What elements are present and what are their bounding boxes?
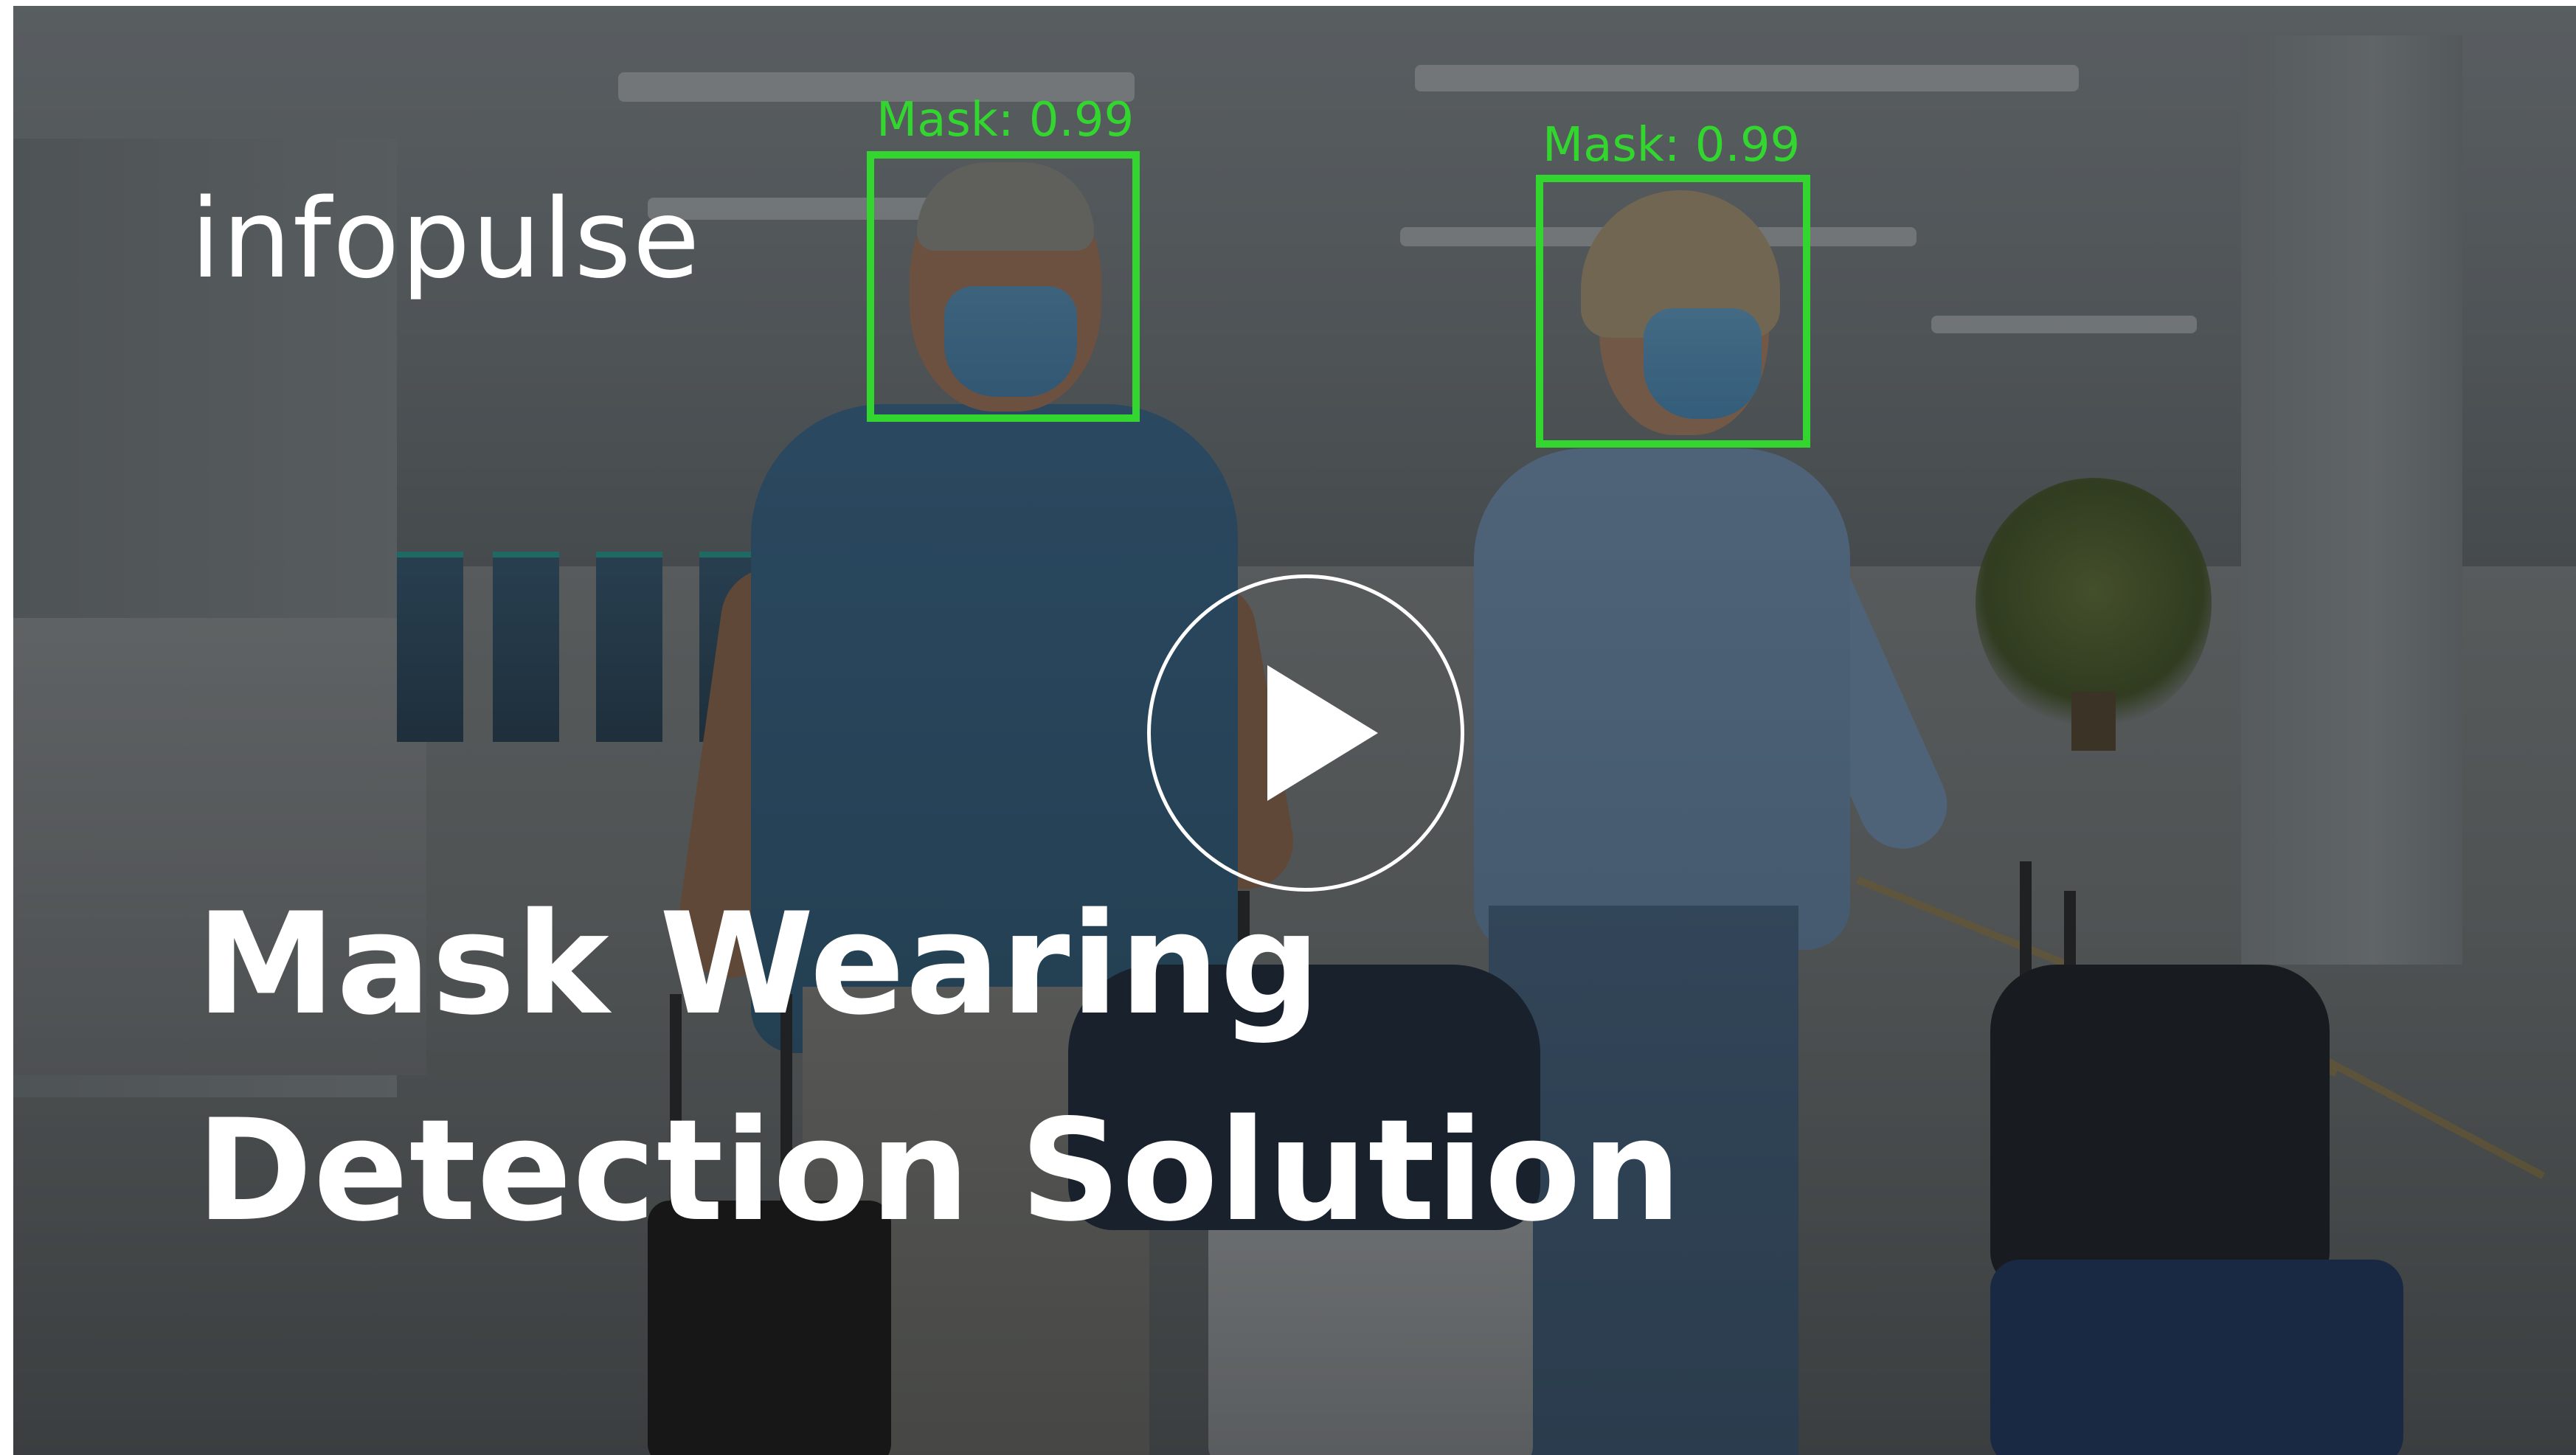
play-icon: [1267, 665, 1378, 801]
brand-logo: infopulse: [190, 176, 702, 302]
video-title-line: Detection Solution: [196, 1089, 1683, 1252]
video-title-line: Mask Wearing: [196, 883, 1321, 1046]
play-button[interactable]: [1147, 574, 1464, 892]
video-player[interactable]: infopulse Mask: 0.99 Mask: 0.99 Mask Wea…: [13, 6, 2576, 1455]
detection-label: Mask: 0.99: [1543, 118, 1801, 173]
detection-label: Mask: 0.99: [876, 93, 1135, 147]
detection-box: [1536, 175, 1810, 448]
video-title: Mask Wearing Detection Solution: [196, 861, 1682, 1274]
detection-box: [867, 151, 1140, 422]
